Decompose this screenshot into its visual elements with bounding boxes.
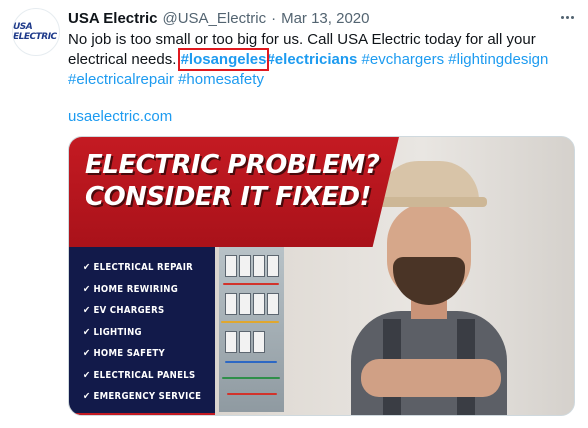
author-handle[interactable]: @USA_Electric bbox=[162, 10, 266, 27]
service-item: ✔ HOME REWIRING bbox=[83, 283, 179, 295]
service-item: ✔ LIGHTING bbox=[83, 326, 142, 338]
hashtag-electricalrepair[interactable]: #electricalrepair bbox=[68, 71, 174, 88]
promo-headline: ELECTRIC PROBLEM? CONSIDER IT FIXED! bbox=[85, 149, 385, 213]
services-list: ✔ ELECTRICAL REPAIR ✔ HOME REWIRING ✔ EV CH… bbox=[83, 257, 201, 408]
tweet-text: No job is too small or too big for us. C… bbox=[68, 30, 573, 90]
avatar[interactable]: USA ELECTRIC bbox=[12, 8, 60, 56]
check-icon: ✔ bbox=[83, 305, 91, 316]
service-item: ✔ ELECTRICAL REPAIR bbox=[83, 262, 194, 273]
author-name[interactable]: USA Electric bbox=[68, 10, 157, 27]
headline-line-1: ELECTRIC PROBLEM? bbox=[85, 150, 380, 180]
tweet-header: USA Electric @USA_Electric · Mar 13, 202… bbox=[68, 8, 576, 28]
service-item: ✔ ELECTRICAL PANELS bbox=[83, 369, 196, 381]
accent-stripe bbox=[69, 413, 215, 415]
service-item: ✔ EMERGENCY SERVICE bbox=[83, 391, 202, 402]
hashtag-electricians[interactable]: #electricians bbox=[266, 51, 357, 68]
hashtag-homesafety[interactable]: #homesafety bbox=[178, 71, 264, 88]
electrical-panel-illustration bbox=[219, 247, 284, 412]
website-link[interactable]: usaelectric.com bbox=[68, 108, 172, 125]
more-options-icon[interactable] bbox=[558, 10, 576, 24]
check-icon: ✔ bbox=[83, 326, 91, 338]
check-icon: ✔ bbox=[83, 283, 91, 295]
check-icon: ✔ bbox=[83, 391, 91, 402]
services-panel: ✔ ELECTRICAL REPAIR ✔ HOME REWIRING ✔ EV CH… bbox=[69, 247, 215, 415]
avatar-logo-text: USA ELECTRIC bbox=[13, 22, 57, 42]
check-icon: ✔ bbox=[83, 369, 91, 381]
promo-image[interactable]: ELECTRIC PROBLEM? CONSIDER IT FIXED! ✔ EL… bbox=[68, 136, 575, 416]
separator-dot: · bbox=[271, 9, 277, 27]
check-icon: ✔ bbox=[83, 348, 91, 359]
headline-line-2: CONSIDER IT FIXED! bbox=[85, 182, 371, 212]
hashtag-losangeles[interactable]: #losangeles bbox=[177, 48, 270, 71]
hashtag-evchargers[interactable]: #evchargers bbox=[362, 51, 445, 68]
service-item: ✔ HOME SAFETY bbox=[83, 348, 165, 359]
hashtag-lightingdesign[interactable]: #lightingdesign bbox=[448, 51, 548, 68]
check-icon: ✔ bbox=[83, 262, 91, 273]
service-item: ✔ EV CHARGERS bbox=[83, 305, 165, 316]
tweet-date[interactable]: Mar 13, 2020 bbox=[281, 10, 369, 27]
